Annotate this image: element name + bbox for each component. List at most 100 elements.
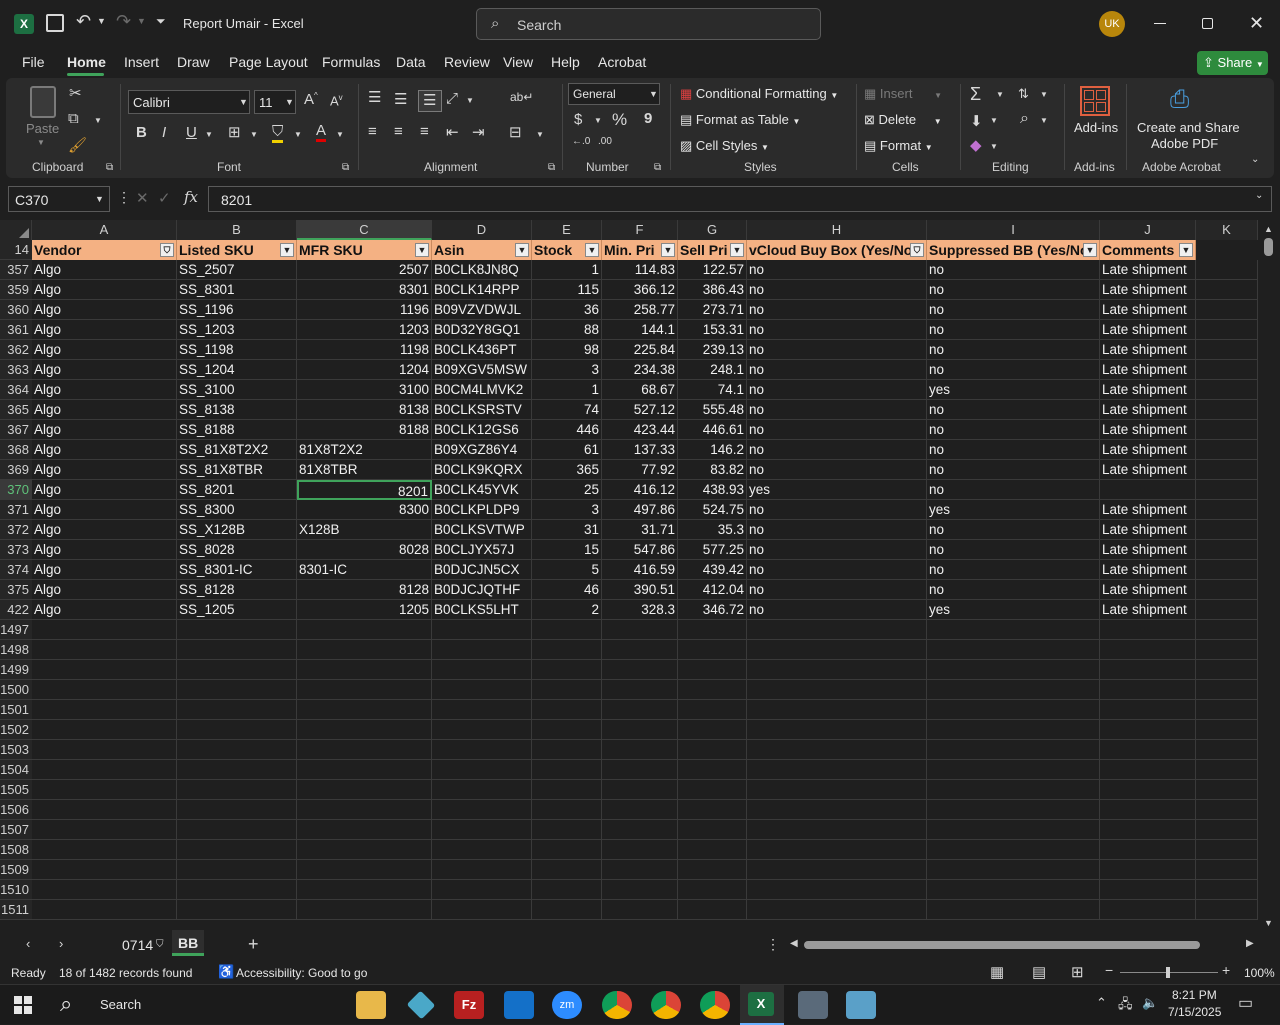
table-cell[interactable]: 122.57 [678,260,747,280]
column-header-c[interactable]: C [297,220,432,240]
row-header[interactable]: 373 [0,540,32,560]
font-launcher-icon[interactable]: ⧉ [342,162,349,173]
table-cell[interactable]: Algo [32,500,177,520]
fill-color-dropdown-icon[interactable]: ▼ [294,130,302,139]
table-cell[interactable] [1196,600,1258,620]
empty-cell[interactable] [927,760,1100,780]
empty-cell[interactable] [32,740,177,760]
table-cell[interactable]: B0DJCJQTHF [432,580,532,600]
empty-cell[interactable] [32,660,177,680]
empty-cell[interactable] [32,880,177,900]
empty-cell[interactable] [927,700,1100,720]
wrap-text-icon[interactable]: ab↵ [510,90,533,104]
table-cell[interactable]: B0CLK8JN8Q [432,260,532,280]
table-cell[interactable]: B0CLK14RPP [432,280,532,300]
table-cell[interactable]: Late shipment [1100,340,1196,360]
name-box[interactable]: C370 ▼ [8,186,110,212]
filter-dropdown-icon[interactable]: ▼ [661,243,675,257]
empty-cell[interactable] [297,680,432,700]
table-cell[interactable]: no [927,460,1100,480]
empty-cell[interactable] [602,860,678,880]
empty-cell[interactable] [297,640,432,660]
row-header[interactable]: 1511 [0,900,32,920]
filter-dropdown-icon[interactable]: ▼ [1179,243,1193,257]
empty-cell[interactable] [432,740,532,760]
empty-cell[interactable] [1196,880,1258,900]
empty-cell[interactable] [678,840,747,860]
row-header[interactable]: 1498 [0,640,32,660]
empty-cell[interactable] [432,880,532,900]
notifications-icon[interactable]: ▭ [1238,993,1253,1013]
empty-cell[interactable] [1100,840,1196,860]
table-cell[interactable]: no [927,440,1100,460]
table-cell[interactable]: 8128 [297,580,432,600]
empty-cell[interactable] [602,660,678,680]
empty-cell[interactable] [1100,660,1196,680]
file-explorer-icon[interactable] [356,991,386,1019]
windows-start-icon[interactable] [14,996,32,1014]
empty-cell[interactable] [297,860,432,880]
empty-cell[interactable] [1100,640,1196,660]
table-cell[interactable]: no [747,460,927,480]
table-header-cell[interactable]: Comments ▼ [1100,240,1196,260]
table-cell[interactable]: B09XGV5MSW [432,360,532,380]
empty-cell[interactable] [1196,840,1258,860]
table-cell[interactable]: Late shipment [1100,280,1196,300]
chrome-icon[interactable] [651,991,681,1019]
table-cell[interactable]: no [747,300,927,320]
table-cell[interactable] [1196,320,1258,340]
network-icon[interactable]: 🖧 [1118,995,1133,1017]
empty-cell[interactable] [1196,660,1258,680]
table-cell[interactable]: 446 [532,420,602,440]
row-header[interactable]: 369 [0,460,32,480]
row-header[interactable]: 14 [0,240,32,260]
table-header-cell[interactable]: Sell Pri ▼ [678,240,747,260]
table-cell[interactable]: 115 [532,280,602,300]
empty-cell[interactable] [32,820,177,840]
sort-filter-dropdown-icon[interactable]: ▼ [1040,90,1048,99]
table-cell[interactable]: no [927,400,1100,420]
table-cell[interactable]: Algo [32,480,177,500]
empty-cell[interactable] [297,820,432,840]
app-diamond-icon[interactable] [406,990,436,1020]
table-cell[interactable]: 346.72 [678,600,747,620]
table-cell[interactable]: SS_8138 [177,400,297,420]
table-cell[interactable]: 547.86 [602,540,678,560]
empty-cell[interactable] [532,840,602,860]
empty-cell[interactable] [297,620,432,640]
table-cell[interactable]: 1198 [297,340,432,360]
empty-cell[interactable] [1100,700,1196,720]
table-cell[interactable]: Late shipment [1100,320,1196,340]
row-header[interactable]: 367 [0,420,32,440]
collapse-ribbon-icon[interactable]: ⌄ [1251,154,1259,165]
empty-cell[interactable] [747,800,927,820]
increase-font-icon[interactable]: A^ [304,91,318,108]
more-options-icon[interactable]: ⋮ [117,189,131,206]
table-cell[interactable]: 8188 [297,420,432,440]
table-cell[interactable]: SS_8301-IC [177,560,297,580]
sort-filter-icon[interactable]: ⇅ [1018,86,1029,102]
empty-cell[interactable] [602,640,678,660]
underline-icon[interactable]: U [186,124,197,141]
empty-cell[interactable] [678,760,747,780]
format-as-table-button[interactable]: ▤ Format as Table ▼ [680,112,800,128]
empty-cell[interactable] [678,720,747,740]
table-cell[interactable]: 68.67 [602,380,678,400]
scroll-down-icon[interactable]: ▼ [1264,918,1273,928]
table-cell[interactable]: X128B [297,520,432,540]
table-cell[interactable]: 386.43 [678,280,747,300]
font-size-select[interactable]: 11 ▼ [254,90,296,114]
decrease-decimal-icon[interactable]: .00 [598,136,612,147]
create-share-pdf-label-2[interactable]: Adobe PDF [1151,136,1218,151]
tab-help[interactable]: Help [551,54,580,70]
table-header-cell[interactable]: Min. Pri ▼ [602,240,678,260]
row-header[interactable]: 1500 [0,680,32,700]
empty-cell[interactable] [1196,860,1258,880]
table-header-cell[interactable]: Stock ▼ [532,240,602,260]
autosum-icon[interactable]: Σ [970,84,981,105]
font-color-icon[interactable]: A [316,122,327,142]
table-cell[interactable]: SS_8188 [177,420,297,440]
table-cell[interactable]: Algo [32,380,177,400]
empty-cell[interactable] [1100,820,1196,840]
empty-cell[interactable] [927,780,1100,800]
